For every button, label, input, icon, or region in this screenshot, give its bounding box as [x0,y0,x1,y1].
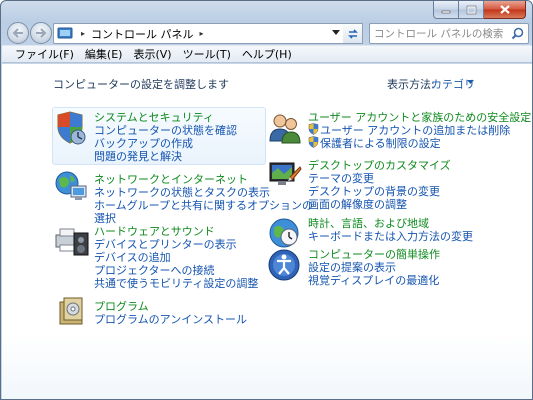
page-title: コンピューターの設定を調整します [53,78,229,91]
breadcrumb-control-panel[interactable]: コントロール パネル [91,26,194,42]
minimize-icon [441,10,451,13]
link-homegroup-sharing[interactable]: ホームグループと共有に関するオプションの [94,197,313,213]
link-adjust-resolution[interactable]: 画面の解像度の調整 [308,196,407,212]
maximize-button[interactable] [459,1,484,19]
back-arrow-icon [12,28,23,38]
link-uninstall-program[interactable]: プログラムのアンインストール [94,311,247,327]
user-accounts-icon [269,114,301,144]
minimize-button[interactable] [433,1,459,19]
menu-tools[interactable]: ツール(T) [183,46,231,62]
close-button[interactable] [484,1,526,19]
address-bar[interactable]: ▸ コントロール パネル ▸ [53,23,345,44]
search-input[interactable]: コントロール パネルの検索 [369,23,529,44]
uac-shield-icon [308,123,319,135]
control-panel-window: ▸ コントロール パネル ▸ コントロール パネルの検索 ファイル(F) 編集(… [0,0,533,400]
link-mobility-settings[interactable]: 共通で使うモビリティ設定の調整 [94,275,258,291]
menu-bar: ファイル(F) 編集(E) 表示(V) ツール(T) ヘルプ(H) [2,45,532,63]
uac-shield-icon [308,136,319,148]
link-change-keyboard[interactable]: キーボードまたは入力方法の変更 [308,228,473,244]
close-icon [499,5,510,14]
system-security-icon [57,111,86,145]
clock-language-region-icon [269,218,299,248]
search-placeholder: コントロール パネルの検索 [374,28,504,40]
menu-help[interactable]: ヘルプ(H) [242,46,292,62]
link-optimize-visual-display[interactable]: 視覚ディスプレイの最適化 [308,272,439,288]
menu-edit[interactable]: 編集(E) [85,46,123,62]
link-parental-controls[interactable]: 保護者による制限の設定 [320,135,441,151]
view-by-label: 表示方法: [387,78,435,91]
breadcrumb-separator-icon[interactable]: ▸ [81,29,85,38]
network-internet-icon [55,171,87,200]
programs-icon [59,297,83,325]
chevron-down-icon[interactable] [467,80,474,85]
forward-button[interactable] [30,22,52,44]
appearance-personalization-icon [269,162,302,185]
content-pane: コンピューターの設定を調整します 表示方法: カテゴリ システムとセキュリティ … [2,64,532,399]
hardware-sound-icon [55,228,89,256]
menu-file[interactable]: ファイル(F) [15,46,74,62]
address-dropdown-icon[interactable] [332,30,340,36]
ease-of-access-icon [268,249,300,281]
menu-view[interactable]: 表示(V) [133,46,171,62]
forward-arrow-icon [36,28,47,38]
refresh-button[interactable] [343,23,363,44]
caption-buttons [433,1,526,19]
navigation-bar: ▸ コントロール パネル ▸ コントロール パネルの検索 [1,19,532,47]
control-panel-icon [57,27,73,39]
link-troubleshoot[interactable]: 問題の発見と解決 [94,148,182,164]
search-icon[interactable] [511,27,524,40]
back-button[interactable] [7,22,29,44]
maximize-icon [466,5,476,14]
breadcrumb-separator-icon[interactable]: ▸ [200,29,204,38]
refresh-icon [347,28,358,39]
